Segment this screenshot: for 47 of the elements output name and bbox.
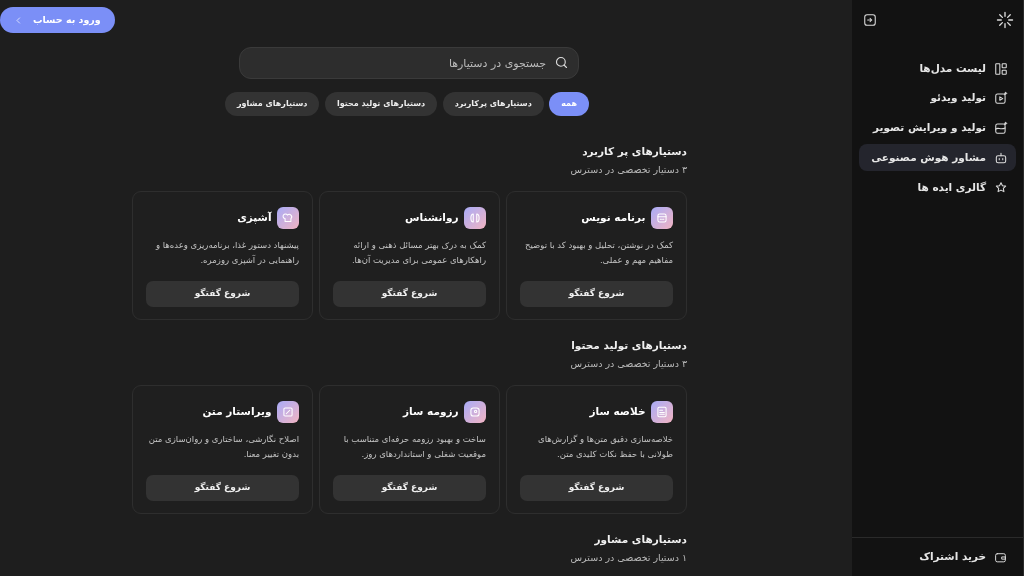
card-title: آشپزی [237,210,272,226]
section-title: دستیارهای مشاور [593,532,687,548]
section-title: دستیارهای پر کاربرد [581,144,687,160]
pencil-icon [277,401,299,423]
card-description: اصلاح نگارشی، ساختاری و روان‌سازی متن بدون تغییر معنا. [147,433,299,461]
card-description: کمک در نوشتن، تحلیل و بهبود کد با توضیح مفاهیم مهم و عملی. [523,239,673,267]
section-count: ۳ دستیار تخصصی در دسترس [569,356,687,371]
start-chat-button[interactable]: شروع گفتگو [333,281,486,307]
card-description: خلاصه‌سازی دقیق متن‌ها و گزارش‌های طولانی با حفظ نکات کلیدی متن. [537,433,673,461]
wallet-icon [994,550,1007,564]
image-icon [994,121,1008,135]
start-chat-button[interactable]: شروع گفتگو [146,281,299,307]
card-description: پیشنهاد دستور غذا، برنامه‌ریزی وعده‌ها و راهنمایی در آشپزی روزمره. [154,239,299,267]
search-field[interactable]: جستجوی در دستیارها [239,47,579,79]
card-description: ساخت و بهبود رزومه حرفه‌ای متناسب با موقعیت شغلی و استانداردهای روز. [342,433,486,461]
start-chat-button[interactable]: شروع گفتگو [146,475,299,501]
card-title: خلاصه ساز [589,404,646,420]
card-title: روانشناس [405,210,459,226]
start-chat-button[interactable]: شروع گفتگو [520,281,673,307]
sidebar-item[interactable]: تولید ویدئو [859,84,1016,112]
section-title: دستیارهای تولید محتوا [570,338,687,354]
logo-icon [996,11,1014,29]
card-title: برنامه نویس [581,210,646,226]
chevron-icon [14,15,23,25]
chef-hat-icon [277,207,299,229]
card-title: رزومه ساز [403,404,459,420]
collapse-icon [863,13,877,27]
card-description: کمک به درک بهتر مسائل ذهنی و ارائه راهکارهای عمومی برای مدیریت آن‌ها. [350,239,486,267]
filter-chip[interactable]: دستیارهای پرکاربرد [442,92,544,116]
star-icon [994,180,1008,195]
document-icon [651,401,673,423]
section-count: ۱ دستیار تخصصی در دسترس [569,550,687,565]
start-chat-button[interactable]: شروع گفتگو [520,475,673,501]
sidebar-item[interactable]: لیست مدل‌ها [859,55,1016,82]
card-title: ویراستار متن [202,404,272,420]
section-count: ۳ دستیار تخصصی در دسترس [569,162,687,177]
layout-icon [994,61,1008,76]
sidebar-item[interactable]: گالری ایده ها [859,174,1016,201]
window-icon [651,207,673,229]
filter-chip[interactable]: دستیارهای تولید محتوا [324,92,438,116]
sidebar-item[interactable]: مشاور هوش مصنوعی [859,144,1016,172]
subscription-link[interactable]: خرید اشتراک [911,543,1015,571]
start-chat-button[interactable]: شروع گفتگو [333,475,486,501]
filter-chip[interactable]: دستیارهای مشاور [224,92,320,116]
video-icon [994,91,1008,106]
robot-icon [994,150,1008,165]
sidebar-item[interactable]: تولید و ویرایش تصویر [859,114,1016,142]
